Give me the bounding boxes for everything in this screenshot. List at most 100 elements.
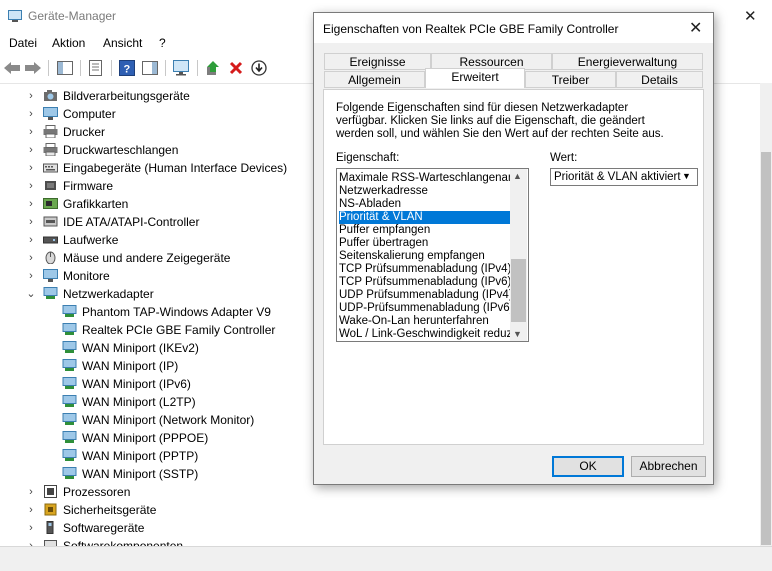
tab-ereignisse[interactable]: Ereignisse: [324, 53, 431, 70]
value-dropdown-selected: Priorität & VLAN aktiviert: [554, 171, 681, 183]
chevron-right-icon[interactable]: ›: [26, 87, 36, 105]
list-item[interactable]: TCP Prüfsummenabladung (IPv4): [339, 263, 515, 276]
firmware-icon: [45, 181, 56, 190]
svg-text:?: ?: [124, 64, 131, 76]
chevron-right-icon[interactable]: ›: [26, 483, 36, 501]
tree-category-drucker[interactable]: › Drucker: [0, 123, 300, 141]
tree-label: Firmware: [63, 179, 113, 193]
monitor-icon: [43, 269, 58, 282]
chevron-right-icon[interactable]: ›: [26, 195, 36, 213]
chevron-right-icon[interactable]: ›: [26, 519, 36, 537]
monitor-scan-icon[interactable]: [172, 59, 190, 77]
tree-device-wan-pppoe[interactable]: WAN Miniport (PPPOE): [0, 429, 320, 447]
scroll-up-icon[interactable]: ▲: [513, 171, 522, 181]
chevron-right-icon[interactable]: ›: [26, 141, 36, 159]
tree-device-phantom-tap[interactable]: Phantom TAP-Windows Adapter V9: [0, 303, 320, 321]
tree-device-wan-pptp[interactable]: WAN Miniport (PPTP): [0, 447, 320, 465]
tree-device-wan-netmon[interactable]: WAN Miniport (Network Monitor): [0, 411, 320, 429]
tree-label: Eingabegeräte (Human Interface Devices): [63, 161, 288, 175]
chevron-down-icon[interactable]: ⌄: [26, 285, 36, 303]
properties-icon[interactable]: [87, 59, 105, 77]
computer-icon: [43, 107, 58, 120]
forward-arrow-icon[interactable]: [24, 59, 42, 77]
tree-device-wan-ip[interactable]: WAN Miniport (IP): [0, 357, 320, 375]
property-listbox[interactable]: Maximale RSS-Warteschlangenanzahl Netzwe…: [336, 168, 529, 342]
tree-category-ide[interactable]: › IDE ATA/ATAPI-Controller: [0, 213, 300, 231]
tree-category-prozessoren[interactable]: › Prozessoren: [0, 483, 300, 501]
tree-category-bildverarbeitung[interactable]: › Bildverarbeitungsgeräte: [0, 87, 300, 105]
uninstall-icon[interactable]: [227, 59, 245, 77]
tree-category-laufwerke[interactable]: › Laufwerke: [0, 231, 300, 249]
tree-device-realtek[interactable]: Realtek PCIe GBE Family Controller: [0, 321, 320, 339]
tree-category-grafikkarten[interactable]: › Grafikkarten: [0, 195, 300, 213]
chevron-right-icon[interactable]: ›: [26, 231, 36, 249]
download-icon[interactable]: [250, 59, 268, 77]
dialog-close-button[interactable]: ✕: [689, 18, 702, 38]
cancel-button[interactable]: Abbrechen: [631, 456, 706, 477]
chevron-right-icon[interactable]: ›: [26, 159, 36, 177]
tree-category-maeuse[interactable]: › Mäuse und andere Zeigegeräte: [0, 249, 300, 267]
tab-details[interactable]: Details: [616, 71, 703, 88]
tree-category-netzwerkadapter[interactable]: ⌄ Netzwerkadapter: [0, 285, 300, 303]
list-item[interactable]: UDP-Prüfsummenabladung (IPv6): [339, 302, 515, 315]
tab-allgemein[interactable]: Allgemein: [324, 71, 425, 88]
menu-datei[interactable]: Datei: [9, 36, 37, 50]
software-device-icon: [46, 521, 54, 534]
property-list-scrollbar-thumb[interactable]: [511, 259, 526, 322]
camera-icon: [44, 90, 57, 101]
tree-category-firmware[interactable]: › Firmware: [0, 177, 300, 195]
chevron-right-icon[interactable]: ›: [26, 213, 36, 231]
menu-aktion[interactable]: Aktion: [52, 36, 85, 50]
tree-label: WAN Miniport (L2TP): [82, 395, 196, 409]
list-item[interactable]: Maximale RSS-Warteschlangenanzahl: [339, 172, 515, 185]
back-arrow-icon[interactable]: [3, 59, 21, 77]
processor-icon: [44, 485, 57, 498]
tree-scrollbar-thumb[interactable]: [761, 152, 771, 545]
menu-ansicht[interactable]: Ansicht: [103, 36, 142, 50]
scroll-down-icon[interactable]: ▼: [513, 329, 522, 339]
list-item[interactable]: Puffer empfangen: [339, 224, 515, 237]
tree-device-wan-sstp[interactable]: WAN Miniport (SSTP): [0, 465, 320, 483]
tree-category-eingabegeraete[interactable]: › Eingabegeräte (Human Interface Devices…: [0, 159, 320, 177]
tree-category-computer[interactable]: › Computer: [0, 105, 300, 123]
chevron-right-icon[interactable]: ›: [26, 105, 36, 123]
tab-treiber[interactable]: Treiber: [525, 71, 616, 88]
tree-label: WAN Miniport (Network Monitor): [82, 413, 255, 427]
show-hide-console-tree-icon[interactable]: [56, 59, 74, 77]
list-item[interactable]: TCP Prüfsummenabladung (IPv6): [339, 276, 515, 289]
tree-device-wan-l2tp[interactable]: WAN Miniport (L2TP): [0, 393, 320, 411]
update-driver-icon[interactable]: [204, 59, 222, 77]
list-item-selected[interactable]: Priorität & VLAN: [339, 211, 515, 224]
tree-category-druckwarteschlangen[interactable]: › Druckwarteschlangen: [0, 141, 300, 159]
tree-category-monitore[interactable]: › Monitore: [0, 267, 300, 285]
description-text: Folgende Eigenschaften sind für diesen N…: [336, 102, 664, 140]
chevron-right-icon[interactable]: ›: [26, 123, 36, 141]
tree-device-wan-ipv6[interactable]: WAN Miniport (IPv6): [0, 375, 320, 393]
main-close-button[interactable]: ✕: [744, 7, 757, 25]
chevron-right-icon[interactable]: ›: [26, 267, 36, 285]
chevron-down-icon[interactable]: ▼: [682, 171, 691, 181]
tree-category-softwaregeraete[interactable]: › Softwaregeräte: [0, 519, 300, 537]
list-item[interactable]: UDP Prüfsummenabladung (IPv4): [339, 289, 515, 302]
list-item[interactable]: Seitenskalierung empfangen: [339, 250, 515, 263]
value-label: Wert:: [550, 152, 578, 164]
action-pane-icon[interactable]: [141, 59, 159, 77]
list-item[interactable]: NS-Abladen: [339, 198, 515, 211]
chevron-right-icon[interactable]: ›: [26, 501, 36, 519]
tree-device-wan-ikev2[interactable]: WAN Miniport (IKEv2): [0, 339, 320, 357]
list-item[interactable]: Netzwerkadresse: [339, 185, 515, 198]
tab-energieverwaltung[interactable]: Energieverwaltung: [552, 53, 703, 70]
chevron-right-icon[interactable]: ›: [26, 177, 36, 195]
tree-label: WAN Miniport (IP): [82, 359, 179, 373]
tree-category-sicherheitsgeraete[interactable]: › Sicherheitsgeräte: [0, 501, 300, 519]
chevron-right-icon[interactable]: ›: [26, 249, 36, 267]
tree-label: Prozessoren: [63, 485, 131, 499]
list-item[interactable]: Puffer übertragen: [339, 237, 515, 250]
ok-button[interactable]: OK: [552, 456, 624, 477]
tree-label: Phantom TAP-Windows Adapter V9: [82, 305, 271, 319]
help-icon[interactable]: ?: [118, 59, 136, 77]
tab-erweitert[interactable]: Erweitert: [425, 68, 525, 88]
list-item[interactable]: WoL / Link-Geschwindigkeit reduzieren: [339, 328, 515, 341]
menu-help[interactable]: ?: [159, 36, 166, 50]
list-item[interactable]: Wake-On-Lan herunterfahren: [339, 315, 515, 328]
